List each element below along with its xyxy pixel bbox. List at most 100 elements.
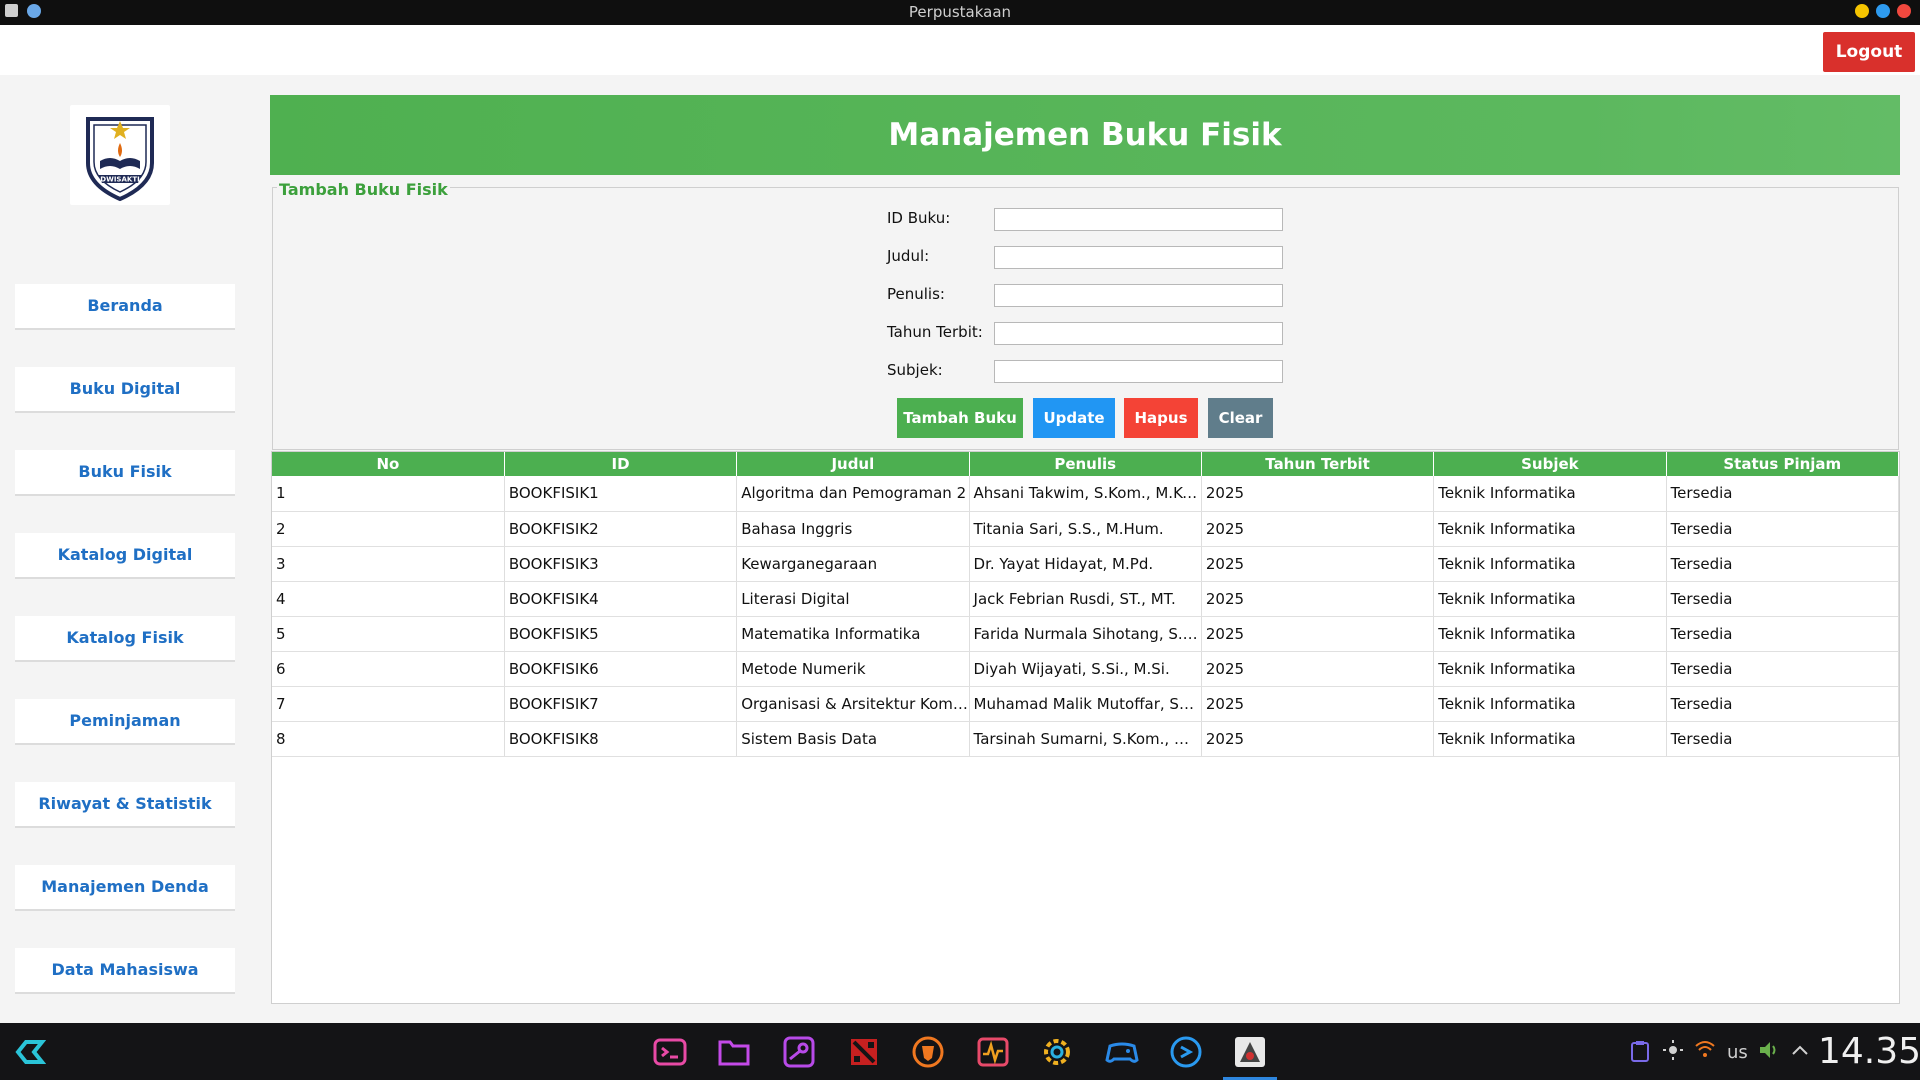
cell-subjek: Teknik Informatika bbox=[1433, 616, 1667, 652]
settings-icon[interactable] bbox=[1039, 1034, 1075, 1070]
maximize-button[interactable] bbox=[1876, 4, 1890, 18]
form-legend: Tambah Buku Fisik bbox=[277, 180, 450, 199]
page-title: Manajemen Buku Fisik bbox=[270, 95, 1900, 175]
keyboard-layout[interactable]: us bbox=[1727, 1042, 1748, 1063]
cell-no: 1 bbox=[272, 476, 505, 512]
table-row[interactable]: 4 BOOKFISIK4 Literasi Digital Jack Febri… bbox=[272, 581, 1899, 617]
java-app-icon[interactable] bbox=[1232, 1034, 1268, 1070]
cell-status-pinjam: Tersedia bbox=[1666, 581, 1899, 617]
cell-judul: Literasi Digital bbox=[736, 581, 970, 617]
nav-data-mahasiswa[interactable]: Data Mahasiswa bbox=[15, 948, 235, 992]
nav-riwayat-statistik[interactable]: Riwayat & Statistik bbox=[15, 782, 235, 826]
nav-buku-fisik[interactable]: Buku Fisik bbox=[15, 450, 235, 494]
cell-penulis: Tarsinah Sumarni, S.Kom., M.K... bbox=[969, 721, 1202, 757]
column-header-status-pinjam[interactable]: Status Pinjam bbox=[1666, 452, 1899, 476]
cell-id: BOOKFISIK3 bbox=[504, 546, 738, 582]
cell-tahun-terbit: 2025 bbox=[1201, 721, 1435, 757]
column-header-judul[interactable]: Judul bbox=[736, 452, 970, 476]
terminal-icon[interactable] bbox=[652, 1034, 688, 1070]
tahun-terbit-label: Tahun Terbit: bbox=[887, 323, 983, 341]
cell-no: 4 bbox=[272, 581, 505, 617]
clipboard-icon[interactable] bbox=[1630, 1040, 1650, 1067]
nav-beranda[interactable]: Beranda bbox=[15, 284, 235, 328]
cell-judul: Sistem Basis Data bbox=[736, 721, 970, 757]
cell-id: BOOKFISIK1 bbox=[504, 476, 738, 512]
id-buku-label: ID Buku: bbox=[887, 209, 951, 227]
cell-status-pinjam: Tersedia bbox=[1666, 651, 1899, 687]
cell-tahun-terbit: 2025 bbox=[1201, 476, 1435, 512]
cell-penulis: Ahsani Takwim, S.Kom., M.Kom bbox=[969, 476, 1202, 512]
judul-label: Judul: bbox=[887, 247, 930, 265]
cell-subjek: Teknik Informatika bbox=[1433, 511, 1667, 547]
cell-tahun-terbit: 2025 bbox=[1201, 546, 1435, 582]
steam-icon[interactable] bbox=[781, 1034, 817, 1070]
cell-penulis: Jack Febrian Rusdi, ST., MT. bbox=[969, 581, 1202, 617]
column-header-no[interactable]: No bbox=[272, 452, 505, 476]
tahun-terbit-input[interactable] bbox=[994, 322, 1283, 345]
taskbar: us 14.35 bbox=[0, 1023, 1920, 1080]
brightness-icon[interactable] bbox=[1663, 1040, 1683, 1065]
table-row[interactable]: 3 BOOKFISIK3 Kewarganegaraan Dr. Yayat H… bbox=[272, 546, 1899, 582]
folder-icon[interactable] bbox=[716, 1034, 752, 1070]
window-titlebar: Perpustakaan bbox=[0, 0, 1920, 25]
cell-no: 7 bbox=[272, 686, 505, 722]
books-table-container: No ID Judul Penulis Tahun Terbit Subjek … bbox=[271, 451, 1900, 1004]
wifi-icon[interactable] bbox=[1695, 1040, 1715, 1063]
cell-judul: Matematika Informatika bbox=[736, 616, 970, 652]
nav-peminjaman[interactable]: Peminjaman bbox=[15, 699, 235, 743]
table-row[interactable]: 8 BOOKFISIK8 Sistem Basis Data Tarsinah … bbox=[272, 721, 1899, 757]
subjek-input[interactable] bbox=[994, 360, 1283, 383]
cell-judul: Bahasa Inggris bbox=[736, 511, 970, 547]
cell-status-pinjam: Tersedia bbox=[1666, 721, 1899, 757]
dota-icon[interactable] bbox=[846, 1034, 882, 1070]
logout-button[interactable]: Logout bbox=[1823, 32, 1915, 72]
nav-manajemen-denda[interactable]: Manajemen Denda bbox=[15, 865, 235, 909]
system-monitor-icon[interactable] bbox=[975, 1034, 1011, 1070]
cell-tahun-terbit: 2025 bbox=[1201, 581, 1435, 617]
hapus-button[interactable]: Hapus bbox=[1124, 398, 1198, 438]
nav-buku-digital[interactable]: Buku Digital bbox=[15, 367, 235, 411]
gamepad-icon[interactable] bbox=[1104, 1034, 1140, 1070]
minimize-button[interactable] bbox=[1855, 4, 1869, 18]
main-content: Manajemen Buku Fisik Tambah Buku Fisik I… bbox=[252, 75, 1920, 1023]
id-buku-input[interactable] bbox=[994, 208, 1283, 231]
nav-katalog-digital[interactable]: Katalog Digital bbox=[15, 533, 235, 577]
cell-no: 8 bbox=[272, 721, 505, 757]
table-row[interactable]: 2 BOOKFISIK2 Bahasa Inggris Titania Sari… bbox=[272, 511, 1899, 547]
cell-subjek: Teknik Informatika bbox=[1433, 581, 1667, 617]
penulis-label: Penulis: bbox=[887, 285, 945, 303]
sidebar: DWISAKTI Beranda Buku Digital Buku Fisik… bbox=[0, 75, 252, 1023]
volume-icon[interactable] bbox=[1758, 1040, 1780, 1065]
close-button[interactable] bbox=[1897, 4, 1911, 18]
cell-tahun-terbit: 2025 bbox=[1201, 651, 1435, 687]
judul-input[interactable] bbox=[994, 246, 1283, 269]
table-row[interactable]: 7 BOOKFISIK7 Organisasi & Arsitektur Kom… bbox=[272, 686, 1899, 722]
column-header-penulis[interactable]: Penulis bbox=[969, 452, 1202, 476]
penulis-input[interactable] bbox=[994, 284, 1283, 307]
nav-katalog-fisik[interactable]: Katalog Fisik bbox=[15, 616, 235, 660]
clear-button[interactable]: Clear bbox=[1208, 398, 1273, 438]
column-header-id[interactable]: ID bbox=[504, 452, 738, 476]
table-row[interactable]: 1 BOOKFISIK1 Algoritma dan Pemograman 2 … bbox=[272, 476, 1899, 512]
brave-icon[interactable] bbox=[910, 1034, 946, 1070]
cell-subjek: Teknik Informatika bbox=[1433, 651, 1667, 687]
update-button[interactable]: Update bbox=[1033, 398, 1115, 438]
cell-penulis: Diyah Wijayati, S.Si., M.Si. bbox=[969, 651, 1202, 687]
tambah-buku-button[interactable]: Tambah Buku bbox=[897, 398, 1023, 438]
window-title: Perpustakaan bbox=[908, 3, 1012, 21]
cell-status-pinjam: Tersedia bbox=[1666, 616, 1899, 652]
cell-id: BOOKFISIK5 bbox=[504, 616, 738, 652]
cell-judul: Metode Numerik bbox=[736, 651, 970, 687]
clock[interactable]: 14.35 bbox=[1818, 1031, 1920, 1072]
svg-text:DWISAKTI: DWISAKTI bbox=[100, 176, 139, 184]
table-row[interactable]: 6 BOOKFISIK6 Metode Numerik Diyah Wijaya… bbox=[272, 651, 1899, 687]
cell-id: BOOKFISIK8 bbox=[504, 721, 738, 757]
cell-no: 2 bbox=[272, 511, 505, 547]
chevron-up-icon[interactable] bbox=[1790, 1040, 1810, 1065]
app-launcher-icon[interactable] bbox=[14, 1038, 47, 1066]
vscode-icon[interactable] bbox=[1168, 1034, 1204, 1070]
cell-subjek: Teknik Informatika bbox=[1433, 686, 1667, 722]
column-header-subjek[interactable]: Subjek bbox=[1433, 452, 1667, 476]
column-header-tahun-terbit[interactable]: Tahun Terbit bbox=[1201, 452, 1435, 476]
table-row[interactable]: 5 BOOKFISIK5 Matematika Informatika Fari… bbox=[272, 616, 1899, 652]
